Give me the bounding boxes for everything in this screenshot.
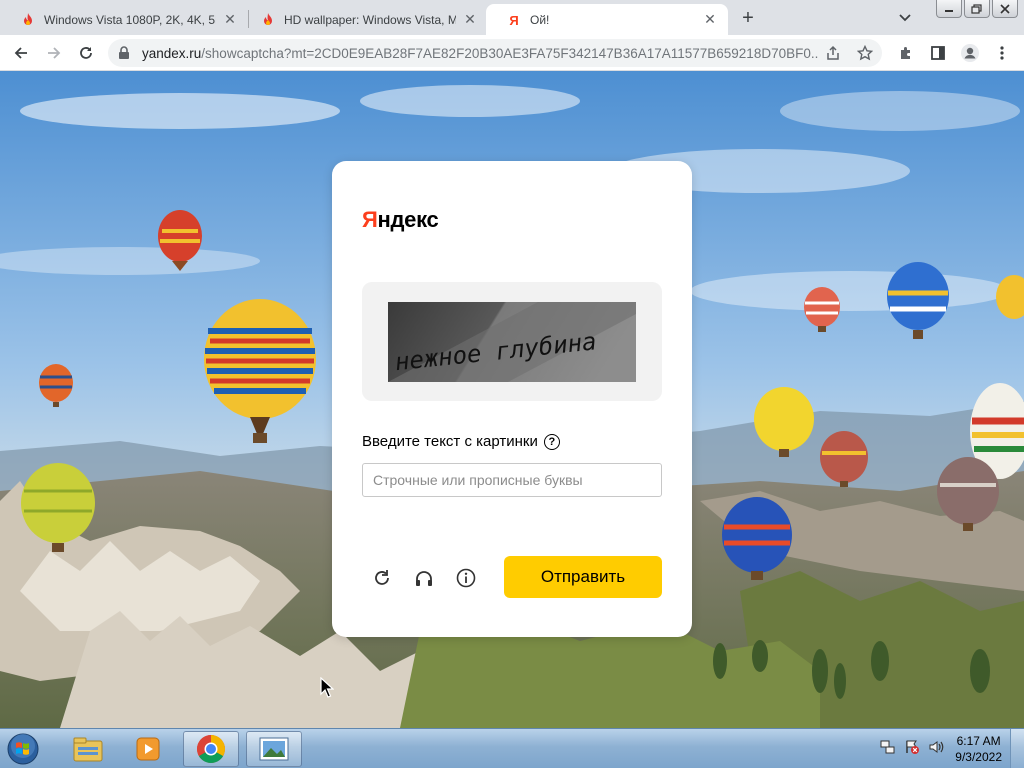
chrome-icon	[197, 735, 225, 763]
photo-viewer-icon	[259, 737, 289, 761]
captcha-answer-input[interactable]	[362, 463, 662, 497]
avatar-icon	[961, 44, 979, 62]
arrow-right-icon	[48, 47, 61, 59]
headphones-icon	[416, 571, 432, 586]
prompt-label: Введите текст с картинки	[362, 433, 538, 450]
svg-text:Я: Я	[509, 13, 518, 28]
explorer-icon	[73, 737, 103, 762]
captcha-image: нежное глубина	[388, 302, 636, 382]
close-window-button[interactable]	[992, 0, 1018, 18]
yandex-logo[interactable]: Яндекс	[362, 207, 439, 233]
close-icon[interactable]: ✕	[222, 11, 238, 28]
profile-button[interactable]	[958, 41, 982, 65]
audio-captcha-button[interactable]	[412, 566, 436, 590]
taskbar-explorer[interactable]	[60, 731, 116, 767]
system-tray	[880, 739, 944, 755]
submit-button[interactable]: Отправить	[504, 556, 662, 598]
star-icon	[857, 45, 873, 61]
menu-button[interactable]	[990, 41, 1014, 65]
refresh-icon	[375, 570, 389, 585]
taskbar-photo-viewer[interactable]	[246, 731, 302, 767]
tab-windows-vista-1080p[interactable]: Windows Vista 1080P, 2K, 4K, 5K ✕	[0, 4, 248, 35]
clock-date: 9/3/2022	[955, 750, 1002, 764]
mouse-cursor-icon	[320, 677, 334, 698]
minimize-button[interactable]	[936, 0, 962, 18]
flame-icon	[264, 12, 272, 25]
share-icon	[827, 45, 839, 60]
action-center-flag-icon[interactable]	[904, 739, 920, 755]
tab-hd-wallpaper[interactable]: HD wallpaper: Windows Vista, M ✕	[240, 4, 488, 35]
media-player-icon	[136, 737, 160, 761]
clock-time: 6:17 AM	[956, 734, 1001, 748]
url-host: yandex.ru	[142, 46, 202, 61]
url-text[interactable]: yandex.ru/showcaptcha?mt=2CD0E9EAB28F7AE…	[142, 46, 818, 61]
restore-button[interactable]	[964, 0, 990, 18]
taskbar-media-player[interactable]	[120, 731, 176, 767]
info-button[interactable]	[454, 566, 478, 590]
address-bar[interactable]: yandex.ru/showcaptcha?mt=2CD0E9EAB28F7AE…	[108, 39, 882, 67]
share-button[interactable]	[824, 44, 842, 62]
arrow-left-icon	[14, 47, 27, 59]
close-icon[interactable]: ✕	[462, 11, 478, 28]
windows-logo-icon	[7, 733, 39, 765]
restore-icon	[971, 3, 982, 14]
minimize-icon	[945, 9, 953, 12]
info-icon	[456, 568, 476, 588]
logo-rest: ндекс	[377, 207, 439, 232]
tab-search-button[interactable]	[895, 9, 915, 27]
forward-button[interactable]	[42, 41, 66, 65]
taskbar: 6:17 AM 9/3/2022	[0, 728, 1024, 768]
new-tab-button[interactable]: +	[736, 6, 760, 30]
start-button[interactable]	[4, 731, 42, 767]
lock-icon[interactable]	[118, 46, 130, 60]
chevron-down-icon	[899, 14, 911, 22]
reload-icon	[80, 47, 92, 59]
flame-icon	[24, 12, 32, 25]
puzzle-icon	[901, 47, 910, 59]
reload-button[interactable]	[74, 41, 98, 65]
captcha-image-frame: нежное глубина	[362, 282, 662, 401]
captcha-graphic: нежное глубина	[388, 302, 636, 382]
captcha-card: Яндекс нежное глубина Введите текст с ка…	[332, 161, 692, 637]
volume-icon[interactable]	[928, 739, 944, 755]
close-icon	[1000, 3, 1010, 14]
close-icon[interactable]: ✕	[702, 11, 718, 28]
show-desktop-button[interactable]	[1010, 729, 1024, 768]
window-controls	[936, 0, 1018, 18]
page-viewport: Яндекс нежное глубина Введите текст с ка…	[0, 71, 1024, 728]
back-button[interactable]	[9, 41, 33, 65]
tab-title: HD wallpaper: Windows Vista, M	[284, 12, 456, 27]
tab-strip: Windows Vista 1080P, 2K, 4K, 5K ✕ HD wal…	[0, 0, 1024, 35]
tab-yandex-captcha[interactable]: Я Ой! ✕	[486, 4, 728, 35]
tab-title: Ой!	[530, 12, 550, 27]
extensions-button[interactable]	[894, 41, 918, 65]
taskbar-chrome[interactable]	[183, 731, 239, 767]
side-panel-icon	[931, 46, 945, 60]
taskbar-clock[interactable]: 6:17 AM 9/3/2022	[955, 733, 1002, 765]
logo-first-letter: Я	[362, 207, 378, 232]
bookmark-button[interactable]	[856, 44, 874, 62]
help-icon[interactable]: ?	[543, 433, 560, 450]
url-path: /showcaptcha?mt=2CD0E9EAB28F7AE82F20B30A…	[201, 46, 818, 61]
captcha-prompt: Введите текст с картинки ?	[362, 433, 560, 450]
network-icon[interactable]	[880, 739, 896, 755]
side-panel-button[interactable]	[926, 41, 950, 65]
browser-toolbar: yandex.ru/showcaptcha?mt=2CD0E9EAB28F7AE…	[0, 35, 1024, 71]
yandex-icon: Я	[506, 11, 522, 28]
tab-title: Windows Vista 1080P, 2K, 4K, 5K	[44, 12, 216, 27]
more-vert-icon	[1000, 46, 1004, 60]
refresh-captcha-button[interactable]	[370, 566, 394, 590]
